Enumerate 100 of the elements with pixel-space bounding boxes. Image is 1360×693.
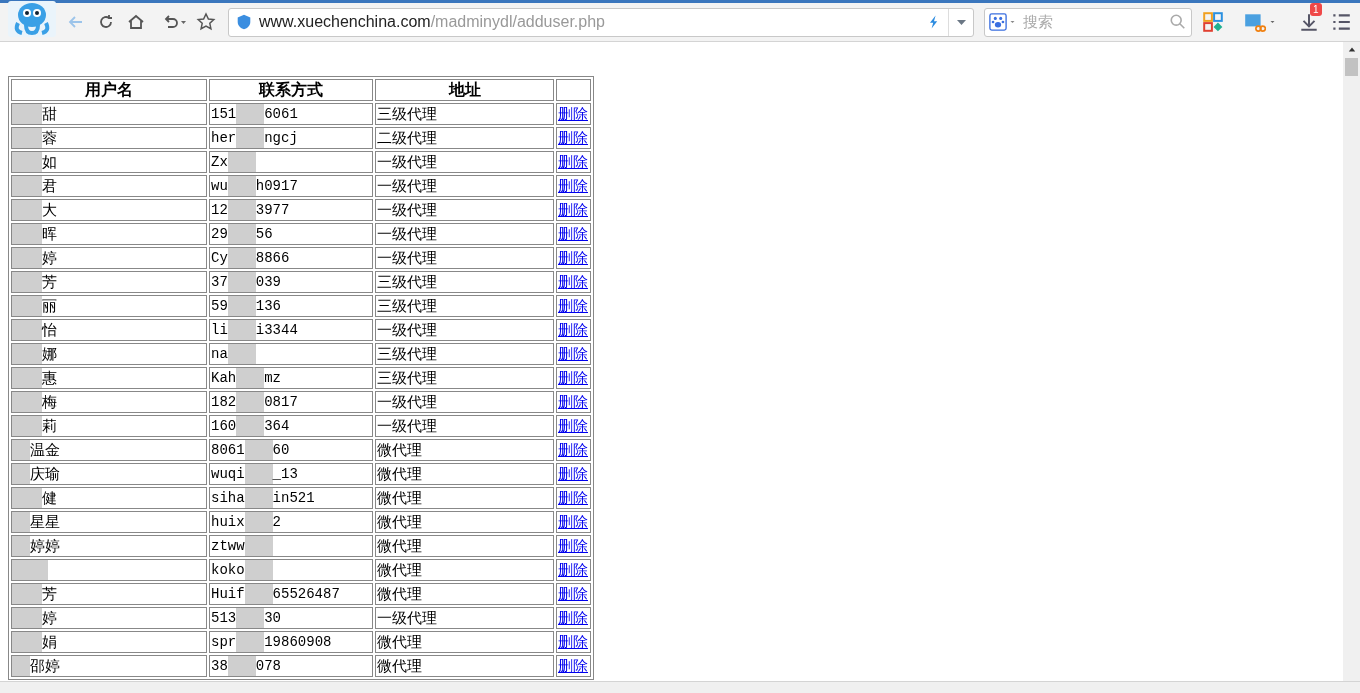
address-cell: 三级代理 xyxy=(377,298,437,314)
address-cell: 一级代理 xyxy=(377,322,437,338)
contact-cell-text: 364 xyxy=(264,417,290,436)
redaction-blur xyxy=(12,536,30,556)
contact-cell-text: 136 xyxy=(255,297,282,316)
redaction-blur xyxy=(12,512,30,532)
contact-cell-text: wuqi xyxy=(211,465,245,484)
username-cell-text: 庆瑜 xyxy=(30,465,60,484)
redaction-blur xyxy=(227,176,256,196)
scrollbar[interactable] xyxy=(1343,42,1360,681)
paw-icon[interactable] xyxy=(989,13,1007,31)
redaction-blur xyxy=(227,272,256,292)
scrollbar-thumb[interactable] xyxy=(1345,58,1358,76)
redaction-blur xyxy=(236,104,265,124)
contact-cell-text: 160 xyxy=(211,417,237,436)
address-cell: 微代理 xyxy=(377,442,422,458)
search-input[interactable]: 搜索 xyxy=(1023,10,1166,34)
contact-cell-text: 2 xyxy=(272,513,281,532)
contact-cell-text: 65526487 xyxy=(272,585,340,604)
username-cell-text: 惠 xyxy=(42,369,57,388)
username-cell-text: 星星 xyxy=(30,513,60,532)
redaction-blur xyxy=(244,560,273,580)
apps-icon[interactable] xyxy=(1202,11,1224,33)
menu-icon[interactable] xyxy=(1330,11,1352,33)
octopus-logo[interactable] xyxy=(8,1,56,37)
redaction-blur xyxy=(12,416,42,436)
address-cell: 微代理 xyxy=(377,586,422,602)
contact-cell-text: ztww xyxy=(211,537,245,556)
redaction-blur xyxy=(12,104,42,124)
contact-cell-text: 182 xyxy=(211,393,237,412)
username-cell-text: 如 xyxy=(42,153,57,172)
username-cell-text: 梅 xyxy=(42,393,57,412)
address-cell: 一级代理 xyxy=(377,250,437,266)
contact-cell-text: Kah xyxy=(211,369,237,388)
username-cell-text: 婷 xyxy=(42,249,57,268)
search-field[interactable]: 搜索 xyxy=(984,7,1192,37)
star-icon[interactable] xyxy=(196,12,216,32)
contact-cell-text: li xyxy=(211,321,228,340)
username-cell-text: 娜 xyxy=(42,345,57,364)
contact-cell-text: in521 xyxy=(272,489,315,508)
address-bar[interactable]: www.xuechenchina.com/madminydl/adduser.php xyxy=(228,7,974,37)
address-cell: 一级代理 xyxy=(377,202,437,218)
redaction-blur xyxy=(12,488,42,508)
contact-cell-text: 0817 xyxy=(264,393,298,412)
contact-cell-text: 29 xyxy=(211,225,228,244)
redaction-blur xyxy=(227,224,256,244)
redaction-blur xyxy=(12,368,42,388)
contact-cell-text: spr xyxy=(211,633,237,652)
username-cell-text: 温金 xyxy=(30,441,60,460)
address-cell: 微代理 xyxy=(377,466,422,482)
screenshot-icon[interactable] xyxy=(1242,11,1266,33)
address-cell: 一级代理 xyxy=(377,394,437,410)
username-cell-text: 君 xyxy=(42,177,57,196)
redaction-blur xyxy=(227,248,256,268)
redaction-blur xyxy=(12,344,42,364)
contact-cell-text: 039 xyxy=(255,273,282,292)
address-cell: 二级代理 xyxy=(377,130,437,146)
notification-badge: 1 xyxy=(1310,3,1322,16)
address-cell: 微代理 xyxy=(377,658,422,674)
contact-cell-text: 078 xyxy=(255,657,282,676)
redaction-blur xyxy=(12,656,30,676)
redaction-blur xyxy=(12,152,42,172)
redaction-blur xyxy=(12,224,42,244)
shield-icon xyxy=(235,13,253,31)
address-cell: 微代理 xyxy=(377,538,422,554)
search-icon[interactable] xyxy=(1169,13,1187,31)
url-text: www.xuechenchina.com/madminydl/adduser.php xyxy=(259,12,605,32)
download-icon[interactable] xyxy=(1298,11,1320,33)
address-cell: 微代理 xyxy=(377,514,422,530)
redaction-blur xyxy=(12,272,42,292)
contact-cell-text: mz xyxy=(264,369,282,388)
address-cell: 三级代理 xyxy=(377,106,437,122)
redaction-blur xyxy=(12,128,42,148)
redaction-blur xyxy=(244,488,273,508)
redaction-blur xyxy=(12,320,42,340)
redaction-blur xyxy=(12,632,42,652)
scroll-up-icon[interactable] xyxy=(1346,46,1357,54)
address-cell: 一级代理 xyxy=(377,154,437,170)
redaction-blur xyxy=(12,248,42,268)
username-cell-text: 甜 xyxy=(42,105,57,124)
contact-cell-text: 12 xyxy=(211,201,228,220)
address-cell: 微代理 xyxy=(377,490,422,506)
username-cell-text: 蓉 xyxy=(42,129,57,148)
address-cell: 三级代理 xyxy=(377,370,437,386)
username-cell-text: 怡 xyxy=(42,321,57,340)
contact-cell-text: 59 xyxy=(211,297,228,316)
redaction-blur xyxy=(12,608,42,628)
redaction-blur xyxy=(236,368,265,388)
column-header: 用户名 xyxy=(11,79,207,101)
address-cell: 一级代理 xyxy=(377,226,437,242)
redaction-blur xyxy=(227,152,256,172)
home-icon[interactable] xyxy=(126,12,146,32)
contact-cell-text: wu xyxy=(211,177,228,196)
contact-cell-text: ngcj xyxy=(264,129,298,148)
redaction-blur xyxy=(12,392,42,412)
contact-cell-text: Zx xyxy=(211,153,228,172)
address-cell: 三级代理 xyxy=(377,274,437,290)
contact-cell-text: 56 xyxy=(255,225,273,244)
contact-cell-text: huix xyxy=(211,513,245,532)
redaction-blur xyxy=(12,296,42,316)
